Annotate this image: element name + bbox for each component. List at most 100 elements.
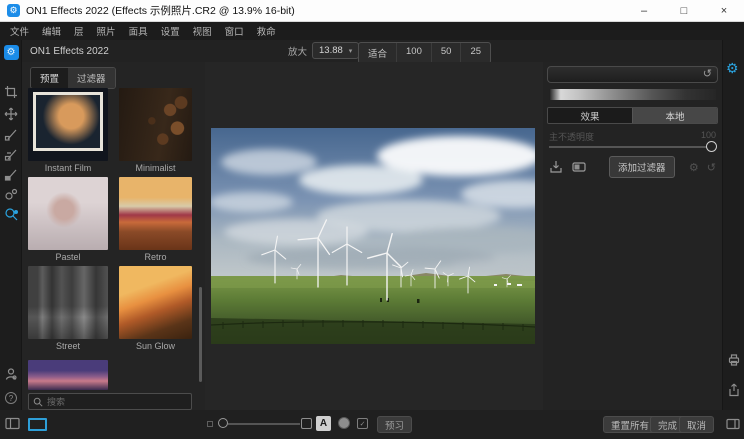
- reset-icon[interactable]: ↺: [707, 161, 716, 174]
- preset-label: Instant Film: [28, 163, 108, 173]
- left-tool-strip: ⚙ ?: [0, 40, 22, 439]
- on1-effects-window: ⚙ ON1 Effects 2022 (Effects 示例照片.CR2 @ 1…: [0, 0, 744, 439]
- tab-filters[interactable]: 过滤器: [68, 68, 115, 88]
- effects-module-icon[interactable]: ⚙: [726, 60, 739, 77]
- preset-label: Minimalist: [119, 163, 192, 173]
- gradient-mask-tool-icon[interactable]: [3, 166, 19, 182]
- zoom-label: 放大: [288, 44, 307, 58]
- zoom-value-dropdown[interactable]: 13.88 ▾: [312, 42, 359, 59]
- blur-circles-tool-icon[interactable]: [3, 186, 19, 202]
- preview-button[interactable]: 预习: [377, 416, 412, 433]
- preset-thumbnail-street[interactable]: [28, 266, 108, 339]
- master-opacity-label: 主不透明度: [549, 130, 594, 143]
- preset-thumbnail-retro[interactable]: [119, 177, 192, 250]
- window-controls: – □ ×: [624, 0, 744, 21]
- zoom-out-icon[interactable]: [207, 421, 213, 427]
- zoom-value: 13.88: [319, 45, 343, 56]
- preview-zoom-slider[interactable]: [228, 423, 300, 425]
- import-icon[interactable]: [549, 160, 563, 174]
- menu-mask[interactable]: 面具: [129, 24, 148, 38]
- menu-photo[interactable]: 照片: [97, 24, 116, 38]
- move-tool-icon[interactable]: [3, 106, 19, 122]
- tab-local[interactable]: 本地: [632, 108, 717, 123]
- chevron-down-icon: ▾: [349, 47, 353, 55]
- zoom-50-button[interactable]: 50: [431, 43, 461, 63]
- minimize-button[interactable]: –: [624, 0, 664, 21]
- soft-proof-icon[interactable]: ✓: [357, 418, 368, 429]
- menu-layers[interactable]: 层: [74, 24, 84, 38]
- gear-icon[interactable]: ⚙: [689, 161, 699, 174]
- preset-label: Street: [28, 341, 108, 351]
- preset-label: Pastel: [28, 252, 108, 262]
- on1-logo-icon: ⚙: [3, 44, 19, 60]
- preset-thumbnail-partial[interactable]: [28, 360, 108, 390]
- tab-presets[interactable]: 预置: [31, 68, 68, 88]
- help-icon[interactable]: ?: [3, 390, 19, 406]
- preset-thumbnail-minimalist[interactable]: [119, 88, 192, 161]
- applied-preset-strip[interactable]: ↺: [547, 66, 718, 83]
- search-icon: [33, 397, 43, 407]
- effects-panel: ↺ 效果 本地 主不透明度 100 添加过滤器 ⚙ ↺: [543, 62, 722, 439]
- filmstrip-toggle-icon[interactable]: [28, 418, 47, 431]
- cancel-button[interactable]: 取消: [679, 416, 714, 433]
- title-bar: ⚙ ON1 Effects 2022 (Effects 示例照片.CR2 @ 1…: [0, 0, 744, 22]
- zoom-25-button[interactable]: 25: [460, 43, 490, 63]
- panel-toggle-bottom-icon[interactable]: [726, 418, 740, 430]
- master-opacity-row: 主不透明度 100: [549, 130, 716, 143]
- masking-brush-tool-icon[interactable]: [3, 146, 19, 162]
- preset-scrollbar[interactable]: [199, 287, 202, 382]
- panel-toggle-left-icon[interactable]: [5, 417, 20, 430]
- add-filter-button[interactable]: 添加过滤器: [609, 156, 675, 178]
- filter-actions-row: 添加过滤器 ⚙ ↺: [549, 158, 716, 176]
- menu-window[interactable]: 窗口: [225, 24, 244, 38]
- preset-thumbnail-pastel[interactable]: [28, 177, 108, 250]
- crop-tool-icon[interactable]: [3, 84, 19, 100]
- histogram: [549, 89, 716, 100]
- effects-local-tabs: 效果 本地: [547, 107, 718, 124]
- top-toolbar: ON1 Effects 2022 放大 13.88 ▾ 适合 100 50 25: [22, 40, 722, 62]
- close-button[interactable]: ×: [704, 0, 744, 21]
- master-opacity-slider[interactable]: [549, 146, 709, 148]
- mask-overlay-icon[interactable]: [338, 417, 350, 429]
- preview-mode-a-icon[interactable]: A: [316, 416, 331, 431]
- menu-edit[interactable]: 编辑: [42, 24, 61, 38]
- export-share-icon[interactable]: [726, 382, 742, 398]
- window-title: ON1 Effects 2022 (Effects 示例照片.CR2 @ 13.…: [26, 3, 295, 18]
- search-input[interactable]: [47, 397, 191, 407]
- menu-file[interactable]: 文件: [10, 24, 29, 38]
- view-zoom-tool-icon[interactable]: [3, 206, 19, 222]
- app-logo-icon: ⚙: [7, 4, 20, 17]
- account-icon[interactable]: [3, 366, 19, 382]
- zoom-100-button[interactable]: 100: [396, 43, 431, 63]
- print-icon[interactable]: [726, 352, 742, 368]
- reset-all-button[interactable]: 重置所有: [603, 416, 657, 433]
- menu-help[interactable]: 救命: [257, 24, 276, 38]
- mask-view-icon[interactable]: [571, 160, 587, 174]
- menu-bar: 文件 编辑 层 照片 面具 设置 视图 窗口 救命: [0, 22, 744, 40]
- master-opacity-knob[interactable]: [706, 141, 717, 152]
- tab-effects[interactable]: 效果: [548, 108, 632, 123]
- fit-zoom-presets: 适合 100 50 25: [358, 42, 491, 64]
- preset-label: Sun Glow: [119, 341, 192, 351]
- menu-view[interactable]: 视图: [193, 24, 212, 38]
- canvas-area: [205, 62, 543, 410]
- module-title: ON1 Effects 2022: [30, 46, 109, 57]
- fit-button[interactable]: 适合: [359, 43, 396, 63]
- right-tool-strip: ⚙: [722, 40, 744, 439]
- reset-icon[interactable]: ↺: [703, 69, 712, 80]
- maximize-button[interactable]: □: [664, 0, 704, 21]
- compare-original-icon[interactable]: [301, 418, 312, 429]
- preset-search: [28, 393, 192, 410]
- preset-filter-tabs: 预置 过滤器: [30, 67, 116, 89]
- zoom-control: 放大 13.88 ▾: [288, 42, 359, 59]
- presets-panel: 预置 过滤器 Instant Film Minimalist Pastel Re…: [22, 62, 205, 439]
- menu-settings[interactable]: 设置: [161, 24, 180, 38]
- preview-zoom-knob[interactable]: [218, 418, 228, 428]
- adjust-brush-tool-icon[interactable]: [3, 126, 19, 142]
- preset-label: Retro: [119, 252, 192, 262]
- bottom-bar: A ✓ 预习 重置所有 完成 取消: [0, 410, 744, 439]
- filter-options: ⚙ ↺: [689, 161, 716, 174]
- preset-thumbnail-instant-film[interactable]: [28, 88, 108, 161]
- photo-windmills[interactable]: [211, 128, 535, 344]
- preset-thumbnail-sun-glow[interactable]: [119, 266, 192, 339]
